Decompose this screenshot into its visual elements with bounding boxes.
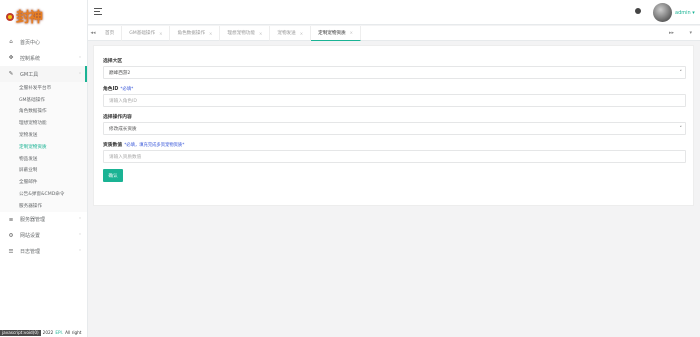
tool-icon: ✎ xyxy=(8,71,14,77)
tab-custom-pet-aptitude[interactable]: 定制宠物资质 × xyxy=(311,25,362,41)
tab-label: 宠物发送 xyxy=(277,31,296,36)
sidebar-item-control[interactable]: ✥ 控制系统 ˅ xyxy=(0,50,87,66)
footer-brand-link[interactable]: EPI. xyxy=(55,330,63,335)
region-select-value: 巅峰西游2 xyxy=(109,70,131,76)
role-id-label: 角色ID *必填* xyxy=(103,85,684,93)
submenu-item[interactable]: 全服邮件 xyxy=(0,176,87,188)
operation-select-value: 修改成长资质 xyxy=(109,126,137,132)
tab-role-data[interactable]: 角色数据操作 × xyxy=(170,25,221,41)
logo-emblem-icon xyxy=(6,13,14,21)
submenu-item[interactable]: 服务器操作 xyxy=(0,200,87,212)
home-icon: ⌂ xyxy=(9,39,13,45)
region-select[interactable]: 巅峰西游2 ˅ xyxy=(103,66,686,79)
submenu-item[interactable]: GM基础操作 xyxy=(0,94,87,106)
chevron-down-icon: ˅ xyxy=(679,126,683,132)
chevron-down-icon: ˅ xyxy=(679,70,683,76)
submenu-item[interactable]: 物品发送 xyxy=(0,153,87,165)
aptitude-hint: *必填，填充完成多资宠物资质* xyxy=(124,142,185,148)
logo-text: 封神 xyxy=(16,10,43,26)
aptitude-value-label-text: 资质数值 xyxy=(103,143,123,148)
close-icon[interactable]: × xyxy=(259,31,262,36)
operation-label: 选择操作内容 xyxy=(103,113,684,120)
log-icon: ☰ xyxy=(8,248,14,255)
pet-aptitude-form: 选择大区 巅峰西游2 ˅ 角色ID *必填* 请输入角色ID 选择操作内容 修改… xyxy=(94,46,693,182)
sidebar-menu-lower: ≡ 服务器管理 ˅ ⚙ 网站设置 ˅ ☰ 日志管理 ˅ xyxy=(0,212,87,260)
settings-icon: ⚙ xyxy=(8,232,14,239)
role-id-label-text: 角色ID xyxy=(103,87,119,92)
status-url-badge: javascript:void(0) xyxy=(0,329,41,336)
sidebar-item-label: 首页中心 xyxy=(20,39,41,46)
tabs-menu-icon[interactable]: ▾ xyxy=(689,30,692,36)
tabs-scroll-left-icon[interactable]: ◂◂ xyxy=(88,30,98,36)
sidebar-item-gm-tools[interactable]: ✎ GM工具 ˄ xyxy=(0,66,87,82)
tabs-scroll-right-icon[interactable]: ▸▸ xyxy=(669,30,674,36)
submenu-item[interactable]: 理想宠物功能 xyxy=(0,117,87,129)
sidebar-item-label: 日志管理 xyxy=(20,249,41,256)
chevron-down-icon: ˅ xyxy=(79,217,81,223)
submenu-item[interactable]: 屏蔽业制 xyxy=(0,165,87,177)
close-icon[interactable]: × xyxy=(350,30,353,35)
user-menu[interactable]: admin ▾ xyxy=(675,10,695,16)
sidebar-item-label: 服务器管理 xyxy=(20,217,46,224)
footer-year: 2022 xyxy=(42,330,54,335)
sidebar-item-label: 控制系统 xyxy=(20,55,41,62)
confirm-button[interactable]: 确认 xyxy=(103,169,123,182)
theme-toggle-icon[interactable] xyxy=(635,8,641,14)
chevron-down-icon: ˅ xyxy=(79,249,81,255)
tab-label: 角色数据操作 xyxy=(177,31,206,36)
submenu-item[interactable]: 公告&弹窗&CMD命令 xyxy=(0,188,87,200)
required-hint: *必填* xyxy=(120,86,134,92)
tab-ideal-pet[interactable]: 理想宠物功能 × xyxy=(220,25,271,41)
close-icon[interactable]: × xyxy=(300,31,303,36)
sidebar-item-server[interactable]: ≡ 服务器管理 ˅ xyxy=(0,212,87,228)
aptitude-value-placeholder: 请输入资质数值 xyxy=(109,154,142,160)
content-panel: 选择大区 巅峰西游2 ˅ 角色ID *必填* 请输入角色ID 选择操作内容 修改… xyxy=(93,45,694,206)
region-label: 选择大区 xyxy=(103,57,684,64)
sidebar: 封神 ⌂ 首页中心 ✥ 控制系统 ˅ ✎ GM工具 ˄ 全服补发平台币 GM基础… xyxy=(0,0,88,337)
menu-toggle-icon[interactable] xyxy=(94,8,102,15)
tab-label: 理想宠物功能 xyxy=(227,31,255,36)
tab-label: GM基础操作 xyxy=(129,31,156,36)
tab-gm-basic[interactable]: GM基础操作 × xyxy=(122,25,171,41)
page-tabs: ◂◂ 首页 GM基础操作 × 角色数据操作 × 理想宠物功能 × 宠物发送 × … xyxy=(88,25,700,41)
footer: javascript:void(0) 2022 EPI. All right xyxy=(0,328,87,337)
sidebar-item-label: GM工具 xyxy=(20,71,39,78)
operation-label-text: 选择操作内容 xyxy=(103,115,132,120)
logo[interactable]: 封神 xyxy=(0,0,87,34)
role-id-input[interactable]: 请输入角色ID xyxy=(103,94,686,107)
tab-pet-send[interactable]: 宠物发送 × xyxy=(270,25,312,41)
sidebar-item-home[interactable]: ⌂ 首页中心 xyxy=(0,34,87,50)
avatar[interactable] xyxy=(653,3,672,22)
operation-select[interactable]: 修改成长资质 ˅ xyxy=(103,122,686,135)
aptitude-value-label: 资质数值 *必填，填充完成多资宠物资质* xyxy=(103,141,684,149)
chevron-up-icon: ˄ xyxy=(79,71,81,77)
sidebar-item-logs[interactable]: ☰ 日志管理 ˅ xyxy=(0,244,87,260)
chevron-down-icon: ˅ xyxy=(79,233,81,239)
close-icon[interactable]: × xyxy=(159,31,162,36)
chevron-down-icon: ˅ xyxy=(79,55,81,61)
sidebar-item-site-settings[interactable]: ⚙ 网站设置 ˅ xyxy=(0,228,87,244)
footer-rights: All right xyxy=(65,330,82,335)
tab-label: 定制宠物资质 xyxy=(318,30,346,36)
top-navbar: admin ▾ xyxy=(88,0,700,25)
gm-submenu: 全服补发平台币 GM基础操作 角色数据操作 理想宠物功能 宠物发送 定制宠物资质… xyxy=(0,82,87,212)
submenu-item[interactable]: 角色数据操作 xyxy=(0,106,87,118)
sidebar-item-label: 网站设置 xyxy=(20,233,41,240)
submenu-item-active[interactable]: 定制宠物资质 xyxy=(0,141,87,153)
submenu-item[interactable]: 全服补发平台币 xyxy=(0,82,87,94)
move-icon: ✥ xyxy=(8,55,14,61)
region-label-text: 选择大区 xyxy=(103,59,123,64)
tab-label: 首页 xyxy=(105,31,115,36)
close-icon[interactable]: × xyxy=(209,31,212,36)
sidebar-menu: ⌂ 首页中心 ✥ 控制系统 ˅ ✎ GM工具 ˄ xyxy=(0,34,87,82)
submenu-item[interactable]: 宠物发送 xyxy=(0,129,87,141)
role-id-placeholder: 请输入角色ID xyxy=(109,98,137,104)
aptitude-value-input[interactable]: 请输入资质数值 xyxy=(103,150,686,163)
server-icon: ≡ xyxy=(8,216,14,223)
tab-home[interactable]: 首页 xyxy=(98,25,123,41)
